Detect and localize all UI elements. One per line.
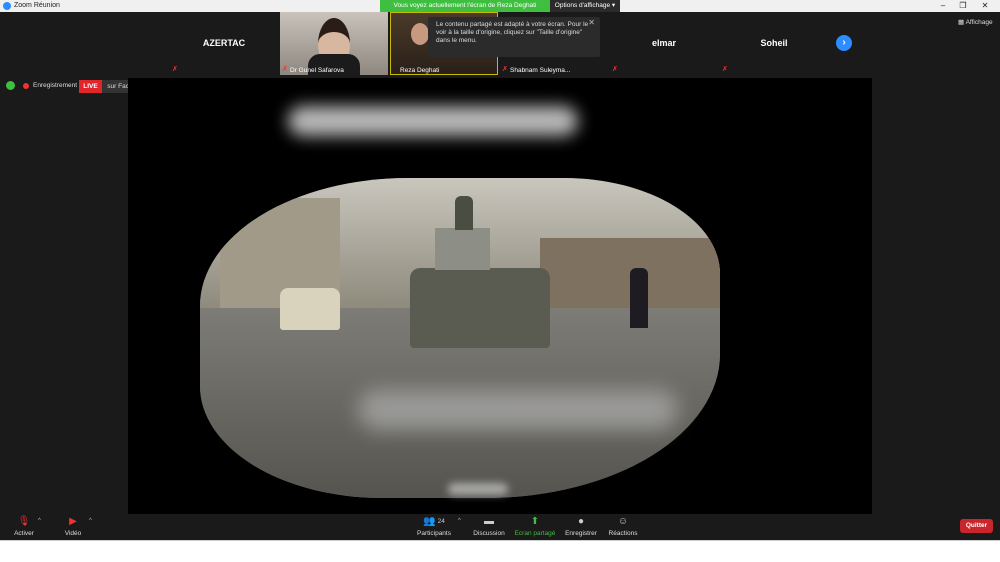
participant-video [280,12,388,75]
share-screen-label: Ecran partagé [514,530,556,537]
participant-tile[interactable]: Soheil ✗ [720,12,828,75]
window-title: Zoom Réunion [14,2,60,9]
participant-name: AZERTAC [202,38,246,48]
mic-muted-icon: ✗ [612,66,618,73]
zoom-app-icon [3,2,11,10]
unmute-button[interactable]: 🎙 Activer [10,516,38,537]
record-dot-icon [23,83,29,89]
participants-label: Participants [417,530,451,537]
meeting-toolbar: 🎙 Activer ^ ▶ Vidéo ^ 👥 24 Participants ^… [0,514,1000,540]
video-options-caret-icon[interactable]: ^ [89,518,92,524]
unmute-label: Activer [14,530,34,537]
mic-muted-icon: ✗ [282,66,288,73]
view-options-label: Options d'affichage [554,2,611,9]
participant-tile[interactable]: ✗ Dr Gunel Safarova [280,12,388,75]
share-screen-icon: ⬆ [530,516,540,527]
smiley-plus-icon: ☺ [617,516,629,527]
participant-name: Reza Deghati [400,67,440,74]
mic-muted-icon: ✗ [172,66,178,73]
blurred-foreground [448,483,508,495]
participant-name: Shabnam Suleyma... [510,67,571,74]
reactions-button[interactable]: ☺ Réactions [605,516,641,537]
participant-name: Soheil [760,38,788,48]
participants-count: 24 [437,518,445,525]
mic-muted-icon: ✗ [502,66,508,73]
view-button[interactable]: ▦ Affichage [958,18,993,26]
chat-label: Discussion [473,530,505,537]
tooltip-text: Le contenu partagé est adapté à votre éc… [436,21,589,44]
people-icon: 👥 24 [423,516,445,527]
leave-meeting-button[interactable]: Quitter [960,519,993,533]
chat-button[interactable]: ▬ Discussion [470,516,508,537]
audio-options-caret-icon[interactable]: ^ [38,518,41,524]
record-label: Enregistrer [565,530,597,537]
blurred-foreground [358,390,678,430]
chat-bubble-icon: ▬ [484,516,494,527]
participants-caret-icon[interactable]: ^ [458,518,461,524]
recording-label: Enregistrement [33,82,78,89]
reactions-label: Réactions [608,530,638,537]
close-icon[interactable]: ✕ [978,1,992,10]
restore-icon[interactable]: ❐ [956,1,970,10]
record-button[interactable]: ● Enregistrer [563,516,599,537]
participant-tile[interactable]: elmar ✗ [610,12,718,75]
view-options-button[interactable]: Options d'affichage ▾ [550,0,620,12]
video-label: Vidéo [64,530,82,537]
record-icon: ● [577,516,585,527]
fit-to-screen-tooltip: Le contenu partagé est adapté à votre éc… [428,17,600,57]
camera-off-icon: ▶ [69,516,77,527]
mic-muted-icon: ✗ [722,66,728,73]
view-label: Affichage [965,19,993,26]
microphone-muted-icon: 🎙 [17,516,31,527]
taskbar-area [0,540,1000,562]
next-page-arrow-icon[interactable]: › [836,35,852,51]
shared-photo [200,178,720,498]
close-icon[interactable]: ✕ [588,19,595,27]
participant-name: elmar [651,38,677,48]
minimize-icon[interactable]: – [936,1,950,10]
participant-name: Dr Gunel Safarova [290,67,344,74]
live-badge[interactable]: LIVE [79,80,102,93]
participant-tile[interactable]: AZERTAC ✗ [170,12,278,75]
share-notice-banner: Vous voyez actuellement l'écran de Reza … [380,0,550,12]
shared-screen [128,78,872,514]
shield-icon[interactable] [6,81,15,90]
share-screen-button[interactable]: ⬆ Ecran partagé [513,516,557,537]
video-button[interactable]: ▶ Vidéo [60,516,86,537]
participants-button[interactable]: 👥 24 Participants [414,516,454,537]
blurred-foreground [288,106,578,136]
